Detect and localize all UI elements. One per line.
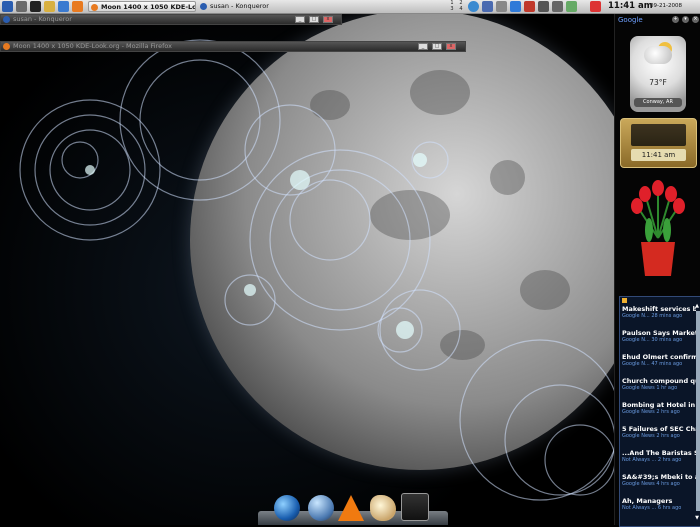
pager-desktop-4[interactable]: 4 bbox=[457, 6, 465, 12]
news-gadget[interactable]: Makeshift services bring comfort to T...… bbox=[619, 296, 700, 527]
globe-icon[interactable] bbox=[274, 495, 300, 521]
news-item[interactable]: Church compound quiet after child ... Go… bbox=[622, 377, 696, 392]
window-title: susan - Konqueror bbox=[13, 15, 72, 23]
weather-gadget[interactable]: 73°F Conway, AR bbox=[630, 36, 686, 112]
news-item[interactable]: Makeshift services bring comfort to T...… bbox=[622, 305, 696, 320]
tulips-gadget[interactable] bbox=[625, 180, 691, 280]
news-title: 5 Failures of SEC Chairman Cox - S... bbox=[622, 425, 696, 433]
news-item[interactable]: Paulson Says Markets Fragile, ... Google… bbox=[622, 329, 696, 344]
sphere-icon[interactable] bbox=[308, 495, 334, 521]
swirl-graphic bbox=[19, 39, 621, 501]
news-title: ...And The Baristas Shall Inherit The ..… bbox=[622, 449, 696, 457]
news-item[interactable]: SA&#39;s Mbeki to address the nati... Go… bbox=[622, 473, 696, 488]
news-scrollbar[interactable] bbox=[696, 311, 700, 511]
weather-temperature: 73°F bbox=[649, 78, 667, 87]
task-label: Moon 1400 x 1050 KDE-Lo... bbox=[101, 3, 196, 11]
terminal-icon[interactable] bbox=[30, 1, 41, 12]
news-title: Church compound quiet after child ... bbox=[622, 377, 696, 385]
taskbar-clock[interactable]: 11:41 am bbox=[608, 0, 653, 13]
home-folder-icon[interactable] bbox=[44, 1, 55, 12]
window-title: Moon 1400 x 1050 KDE-Look.org - Mozilla … bbox=[13, 42, 173, 50]
rss-icon bbox=[622, 298, 627, 303]
clock-gadget-time: 11:41 am bbox=[631, 149, 686, 161]
taskbar: Moon 1400 x 1050 KDE-Lo... susan - Konqu… bbox=[0, 0, 700, 14]
news-source: Google N... 30 mins ago bbox=[622, 337, 683, 343]
firefox-icon bbox=[3, 43, 10, 50]
news-item[interactable]: 5 Failures of SEC Chairman Cox - S... Go… bbox=[622, 425, 696, 440]
globe-icon[interactable] bbox=[468, 1, 479, 12]
task-label: susan - Konqueror bbox=[210, 2, 269, 10]
close-button[interactable]: x bbox=[446, 43, 456, 50]
news-source: Google News 2 hrs ago bbox=[622, 409, 680, 415]
google-gadgets-icon[interactable] bbox=[590, 1, 601, 12]
news-source: Google News 4 hrs ago bbox=[622, 481, 680, 487]
clock-gadget[interactable]: 11:41 am bbox=[620, 118, 697, 168]
scroll-down-icon[interactable]: ▼ bbox=[695, 515, 699, 521]
scroll-up-icon[interactable]: ▲ bbox=[695, 303, 699, 309]
taskbar-date: 09-21-2008 bbox=[650, 3, 682, 9]
news-source: Not Always ... 6 hrs ago bbox=[622, 505, 682, 511]
cloud-icon bbox=[644, 46, 672, 64]
menu-button[interactable]: ▾ bbox=[682, 16, 689, 23]
google-gadgets-sidebar: Google + ▾ × 73°F Conway, AR 11:41 am Ma… bbox=[614, 14, 700, 527]
news-source: Not Always ... 2 hrs ago bbox=[622, 457, 682, 463]
news-item[interactable]: ...And The Baristas Shall Inherit The ..… bbox=[622, 449, 696, 464]
news-title: SA&#39;s Mbeki to address the nati... bbox=[622, 473, 696, 481]
gimp-icon[interactable] bbox=[370, 495, 396, 521]
weather-location: Conway, AR bbox=[634, 98, 682, 107]
firefox-icon bbox=[91, 4, 98, 11]
minimize-button[interactable]: _ bbox=[295, 16, 305, 23]
desktop bbox=[0, 0, 700, 525]
klipper-icon[interactable] bbox=[496, 1, 507, 12]
window-titlebar-konqueror[interactable]: susan - Konqueror _ □ x bbox=[0, 14, 342, 25]
news-title: Makeshift services bring comfort to T... bbox=[622, 305, 696, 313]
world-map-icon bbox=[631, 124, 686, 146]
news-source: Google News 2 hrs ago bbox=[622, 433, 680, 439]
vlc-icon[interactable] bbox=[338, 495, 364, 521]
close-button[interactable]: x bbox=[323, 16, 333, 23]
task-moon-firefox[interactable]: Moon 1400 x 1050 KDE-Lo... bbox=[88, 1, 196, 12]
removable-media-icon[interactable] bbox=[538, 1, 549, 12]
news-title: Ehud Olmert confirms resignat... bbox=[622, 353, 696, 361]
terminal-icon[interactable] bbox=[401, 493, 429, 521]
network-icon[interactable] bbox=[510, 1, 521, 12]
window-list-icon[interactable] bbox=[482, 1, 493, 12]
news-title: Ah, Managers bbox=[622, 497, 673, 505]
maximize-button[interactable]: □ bbox=[432, 43, 442, 50]
news-item[interactable]: Ehud Olmert confirms resignat... Google … bbox=[622, 353, 696, 368]
maximize-button[interactable]: □ bbox=[309, 16, 319, 23]
battery-icon[interactable] bbox=[566, 1, 577, 12]
add-gadget-button[interactable]: + bbox=[672, 16, 679, 23]
window-titlebar-firefox[interactable]: Moon 1400 x 1050 KDE-Look.org - Mozilla … bbox=[0, 41, 466, 52]
updater-icon[interactable] bbox=[524, 1, 535, 12]
pager-desktop-3[interactable]: 3 bbox=[448, 6, 456, 12]
dock bbox=[258, 490, 448, 525]
news-source: Google N... 28 mins ago bbox=[622, 313, 683, 319]
editor-icon[interactable] bbox=[58, 1, 69, 12]
kde-menu-icon[interactable] bbox=[2, 1, 13, 12]
show-desktop-icon[interactable] bbox=[16, 1, 27, 12]
konqueror-icon bbox=[200, 3, 207, 10]
volume-icon[interactable] bbox=[552, 1, 563, 12]
konqueror-icon bbox=[3, 16, 10, 23]
news-source: Google News 1 hr ago bbox=[622, 385, 678, 391]
news-item[interactable]: Ah, Managers Not Always ... 6 hrs ago bbox=[622, 497, 696, 512]
task-konqueror[interactable]: susan - Konqueror bbox=[198, 1, 290, 12]
news-item[interactable]: Bombing at Hotel in Pakistan Kills a... … bbox=[622, 401, 696, 416]
google-logo: Google bbox=[618, 16, 643, 24]
news-source: Google N... 47 mins ago bbox=[622, 361, 683, 367]
minimize-button[interactable]: _ bbox=[418, 43, 428, 50]
news-title: Bombing at Hotel in Pakistan Kills a... bbox=[622, 401, 696, 409]
desktop-pager[interactable]: 1 2 3 4 bbox=[448, 0, 466, 13]
firefox-icon[interactable] bbox=[72, 1, 83, 12]
close-icon[interactable]: × bbox=[692, 16, 699, 23]
news-title: Paulson Says Markets Fragile, ... bbox=[622, 329, 696, 337]
